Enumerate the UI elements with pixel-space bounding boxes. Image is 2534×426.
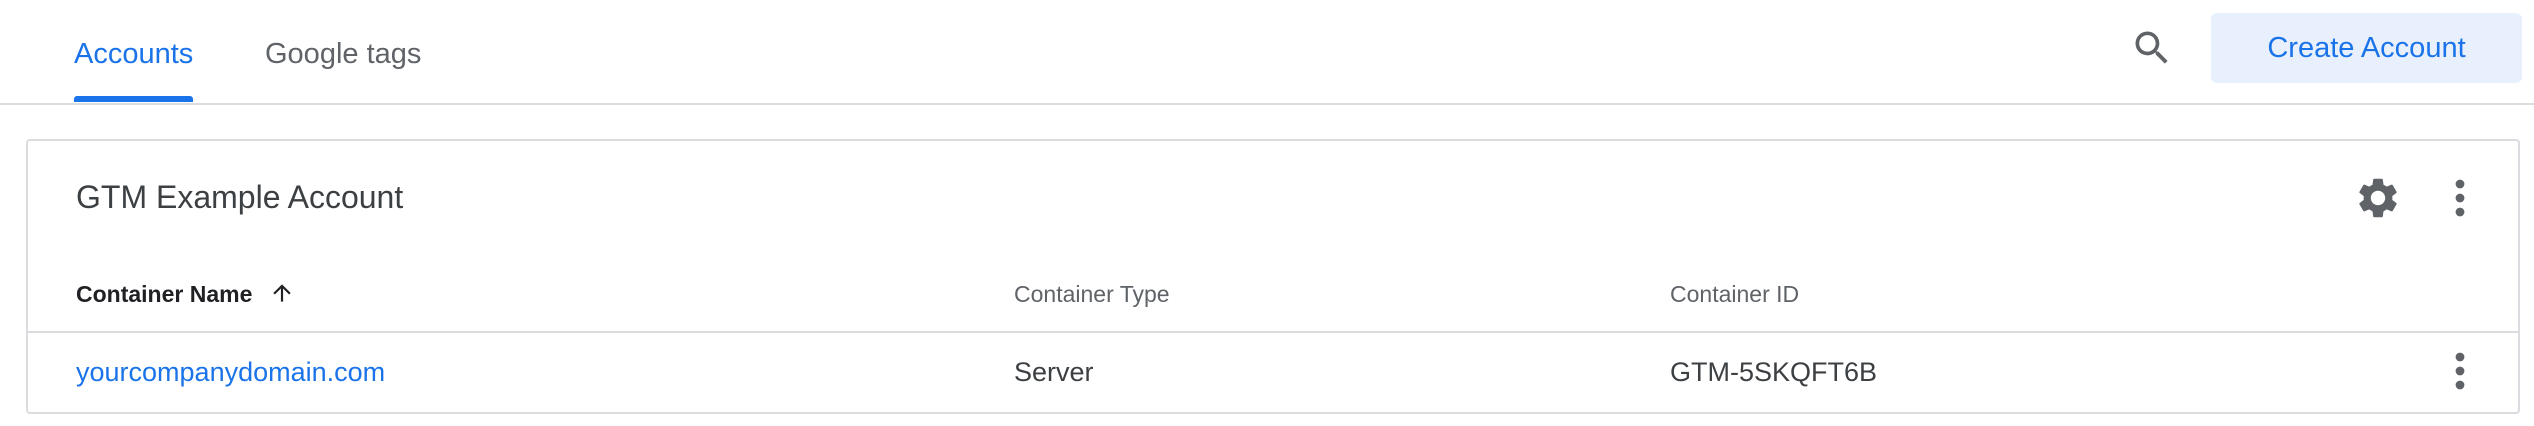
column-header-container-name-label: Container Name: [76, 281, 253, 307]
account-card: GTM Example Account Container Name Conta…: [26, 139, 2520, 414]
tab-accounts-label: Accounts: [74, 38, 194, 70]
top-tab-bar: Accounts Google tags Create Account: [0, 0, 2534, 105]
container-id-cell: GTM-5SKQFT6B: [1670, 357, 1878, 387]
search-icon[interactable]: [2130, 26, 2174, 70]
create-account-button[interactable]: Create Account: [2211, 13, 2522, 83]
column-header-container-id: Container ID: [1670, 281, 1800, 307]
container-name-link[interactable]: yourcompanydomain.com: [76, 355, 385, 389]
account-name: GTM Example Account: [76, 179, 404, 215]
tab-google-tags[interactable]: Google tags: [265, 36, 421, 72]
tab-google-tags-label: Google tags: [265, 38, 422, 70]
account-more-vert-icon[interactable]: [2440, 174, 2480, 222]
create-account-button-label: Create Account: [2267, 32, 2466, 64]
active-tab-indicator: [74, 96, 194, 102]
gear-icon[interactable]: [2354, 174, 2402, 222]
column-header-container-type: Container Type: [1014, 281, 1170, 307]
row-more-vert-icon[interactable]: [2440, 347, 2480, 395]
table-divider: [28, 331, 2518, 333]
arrow-up-icon: [269, 280, 295, 313]
tab-accounts[interactable]: Accounts: [74, 36, 194, 102]
column-header-container-name[interactable]: Container Name: [76, 279, 295, 313]
container-type-cell: Server: [1014, 357, 1094, 387]
